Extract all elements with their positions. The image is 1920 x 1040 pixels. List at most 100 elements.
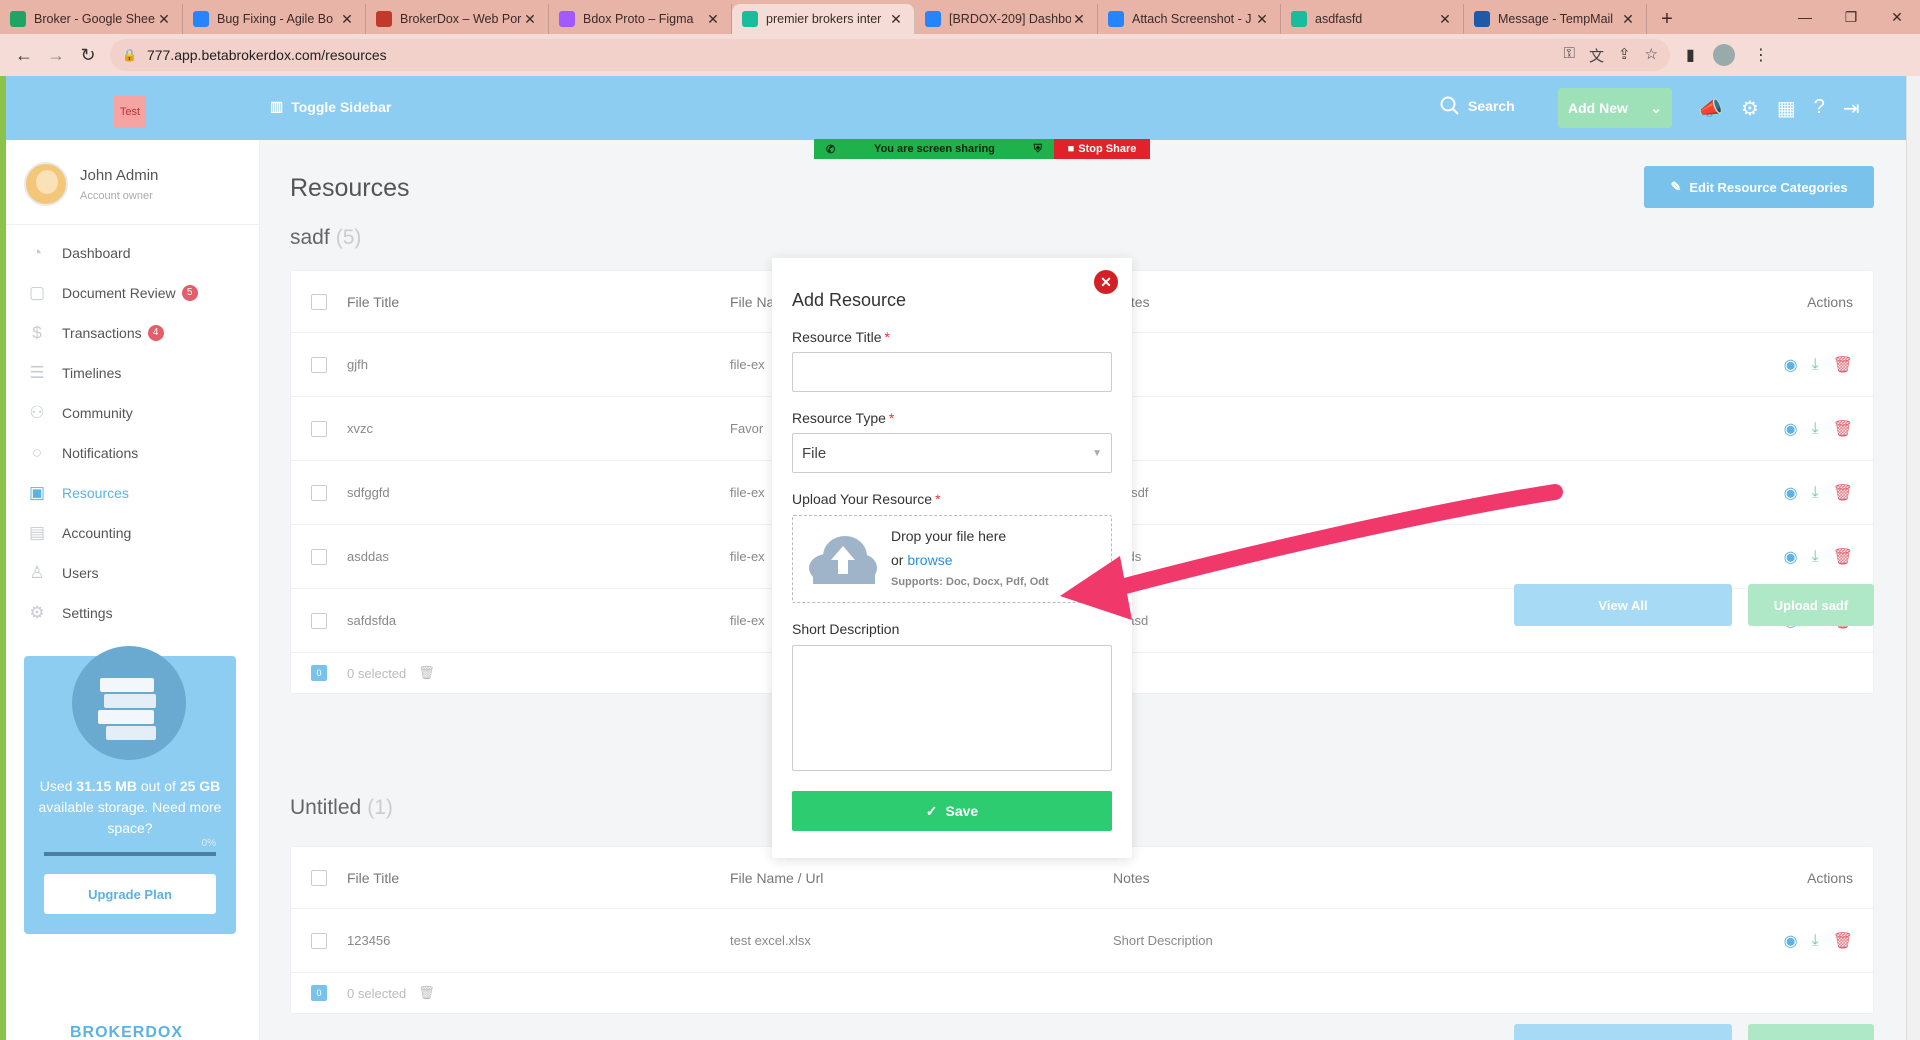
trash-icon[interactable]: 🗑 xyxy=(1833,419,1853,439)
url-field[interactable]: 🔒 777.app.betabrokerdox.com/resources ⚿ … xyxy=(110,39,1670,71)
sidebar-item-document-review[interactable]: ▢ Document Review 5 xyxy=(6,273,259,313)
browser-tab[interactable]: Attach Screenshot - J ✕ xyxy=(1098,4,1281,34)
bulk-delete-icon[interactable]: 🗑 xyxy=(418,665,435,681)
row-checkbox[interactable] xyxy=(311,420,327,437)
browser-tab[interactable]: asdfasfd ✕ xyxy=(1281,4,1464,34)
browser-tab[interactable]: BrokerDox – Web Por ✕ xyxy=(366,4,549,34)
eye-icon[interactable]: ◉ xyxy=(1784,355,1798,375)
trash-icon[interactable]: 🗑 xyxy=(1833,931,1853,951)
logout-icon[interactable]: ⇥ xyxy=(1843,96,1860,121)
help-icon[interactable]: ? xyxy=(1814,96,1825,121)
row-checkbox[interactable] xyxy=(311,548,327,565)
sidebar-item-accounting[interactable]: ▤ Accounting xyxy=(6,513,259,553)
browser-tab[interactable]: Bdox Proto – Figma ✕ xyxy=(549,4,732,34)
sidebar-item-dashboard[interactable]: ◔ Dashboard xyxy=(6,233,259,273)
toggle-sidebar-label: Toggle Sidebar xyxy=(291,98,392,115)
sidebar-panel-icon[interactable]: ▮ xyxy=(1686,45,1695,65)
sidebar-item-resources[interactable]: ▣ Resources xyxy=(6,473,259,513)
sidebar-item-community[interactable]: ⚇ Community xyxy=(6,393,259,433)
download-icon[interactable]: ⤓ xyxy=(1812,356,1819,374)
browser-tab-strip: Broker - Google Shee ✕ Bug Fixing - Agile … xyxy=(0,0,1920,34)
screen-sharing-indicator: ✆ You are screen sharing ⛨ xyxy=(814,139,1054,159)
megaphone-icon[interactable]: 📣 xyxy=(1698,96,1723,121)
download-icon[interactable]: ⤓ xyxy=(1812,484,1819,502)
file-dropzone[interactable]: Drop your file here or browse Supports: … xyxy=(792,515,1112,603)
bulk-select-checkbox[interactable]: 0 xyxy=(311,665,327,681)
browser-tab[interactable]: Message - TempMail ✕ xyxy=(1464,4,1647,34)
tab-close-icon[interactable]: ✕ xyxy=(888,11,904,28)
browse-link[interactable]: browse xyxy=(907,552,952,568)
tab-close-icon[interactable]: ✕ xyxy=(1254,11,1270,28)
back-arrow-icon[interactable]: ← xyxy=(8,39,40,71)
edit-resource-categories-button[interactable]: ✎ Edit Resource Categories xyxy=(1644,166,1874,208)
stop-share-button[interactable]: ■ Stop Share xyxy=(1054,139,1150,159)
eye-icon[interactable]: ◉ xyxy=(1784,483,1798,503)
add-new-button[interactable]: Add New ⌄ xyxy=(1558,88,1672,128)
sidebar-item-transactions[interactable]: $ Transactions 4 xyxy=(6,313,259,353)
upload-button-partial[interactable] xyxy=(1748,1024,1874,1040)
download-icon[interactable]: ⤓ xyxy=(1812,932,1819,950)
new-tab-icon[interactable]: + xyxy=(1647,4,1687,34)
browser-tab[interactable]: [BRDOX-209] Dashbo ✕ xyxy=(915,4,1098,34)
select-all-checkbox[interactable] xyxy=(311,869,327,886)
tab-close-icon[interactable]: ✕ xyxy=(1437,11,1453,28)
short-description-textarea[interactable] xyxy=(792,645,1112,771)
bulk-select-checkbox[interactable]: 0 xyxy=(311,985,327,1001)
row-checkbox[interactable] xyxy=(311,612,327,629)
minimize-icon[interactable]: — xyxy=(1782,9,1828,25)
tab-close-icon[interactable]: ✕ xyxy=(156,11,172,28)
view-all-button[interactable]: View All xyxy=(1514,584,1732,626)
upload-resource-button[interactable]: Upload sadf xyxy=(1748,584,1874,626)
row-checkbox[interactable] xyxy=(311,484,327,501)
page-scrollbar[interactable] xyxy=(1906,76,1920,1040)
sidebar-item-notifications[interactable]: ○ Notifications xyxy=(6,433,259,473)
search-button[interactable]: Search xyxy=(1440,96,1515,116)
sidebar-item-settings[interactable]: ⚙ Settings xyxy=(6,593,259,633)
share-icon[interactable]: ⇪ xyxy=(1618,45,1631,66)
row-checkbox[interactable] xyxy=(311,932,327,949)
browser-tab[interactable]: Broker - Google Shee ✕ xyxy=(0,4,183,34)
tab-close-icon[interactable]: ✕ xyxy=(1620,11,1636,28)
storage-text-3: available storage. Need more space? xyxy=(38,799,222,836)
browser-tab[interactable]: premier brokers inter ✕ xyxy=(732,4,915,34)
upgrade-plan-button[interactable]: Upgrade Plan xyxy=(44,874,216,914)
resource-title-input[interactable] xyxy=(792,352,1112,392)
eye-icon[interactable]: ◉ xyxy=(1784,931,1798,951)
restore-icon[interactable]: ❐ xyxy=(1828,9,1874,26)
translate-icon[interactable]: 文 xyxy=(1589,45,1604,66)
trash-icon[interactable]: 🗑 xyxy=(1833,483,1853,503)
tab-close-icon[interactable]: ✕ xyxy=(522,11,538,28)
save-button[interactable]: ✓ Save xyxy=(792,791,1112,831)
calculator-icon[interactable]: ▦ xyxy=(1777,96,1796,121)
trash-icon[interactable]: 🗑 xyxy=(1833,355,1853,375)
sidebar-item-timelines[interactable]: ☰ Timelines xyxy=(6,353,259,393)
select-all-checkbox[interactable] xyxy=(311,293,327,310)
browser-tab[interactable]: Bug Fixing - Agile Bo ✕ xyxy=(183,4,366,34)
bulk-delete-icon[interactable]: 🗑 xyxy=(418,985,435,1001)
lock-icon: 🔒 xyxy=(122,48,137,62)
row-checkbox[interactable] xyxy=(311,356,327,373)
toggle-sidebar-button[interactable]: ▥ Toggle Sidebar xyxy=(270,98,391,115)
tab-close-icon[interactable]: ✕ xyxy=(1071,11,1087,28)
kebab-menu-icon[interactable]: ⋮ xyxy=(1753,45,1769,65)
key-icon[interactable]: ⚿ xyxy=(1564,45,1575,66)
user-profile[interactable]: John Admin Account owner xyxy=(6,140,259,225)
download-icon[interactable]: ⤓ xyxy=(1812,548,1819,566)
download-icon[interactable]: ⤓ xyxy=(1812,420,1819,438)
forward-arrow-icon[interactable]: → xyxy=(40,39,72,71)
eye-icon[interactable]: ◉ xyxy=(1784,547,1798,567)
bookmark-star-icon[interactable]: ☆ xyxy=(1645,45,1658,66)
eye-icon[interactable]: ◉ xyxy=(1784,419,1798,439)
gear-icon[interactable]: ⚙ xyxy=(1741,96,1759,121)
trash-icon[interactable]: 🗑 xyxy=(1833,547,1853,567)
reload-icon[interactable]: ↻ xyxy=(72,39,104,71)
tab-close-icon[interactable]: ✕ xyxy=(339,11,355,28)
close-window-icon[interactable]: ✕ xyxy=(1874,9,1920,26)
view-all-button-partial[interactable] xyxy=(1514,1024,1732,1040)
profile-avatar[interactable] xyxy=(1712,44,1735,66)
resource-type-select[interactable]: File ▼ xyxy=(792,433,1112,473)
sidebar-item-users[interactable]: ♙ Users xyxy=(6,553,259,593)
tab-close-icon[interactable]: ✕ xyxy=(705,11,721,28)
close-icon[interactable]: ✕ xyxy=(1094,270,1118,294)
company-logo[interactable]: Test xyxy=(114,96,146,128)
